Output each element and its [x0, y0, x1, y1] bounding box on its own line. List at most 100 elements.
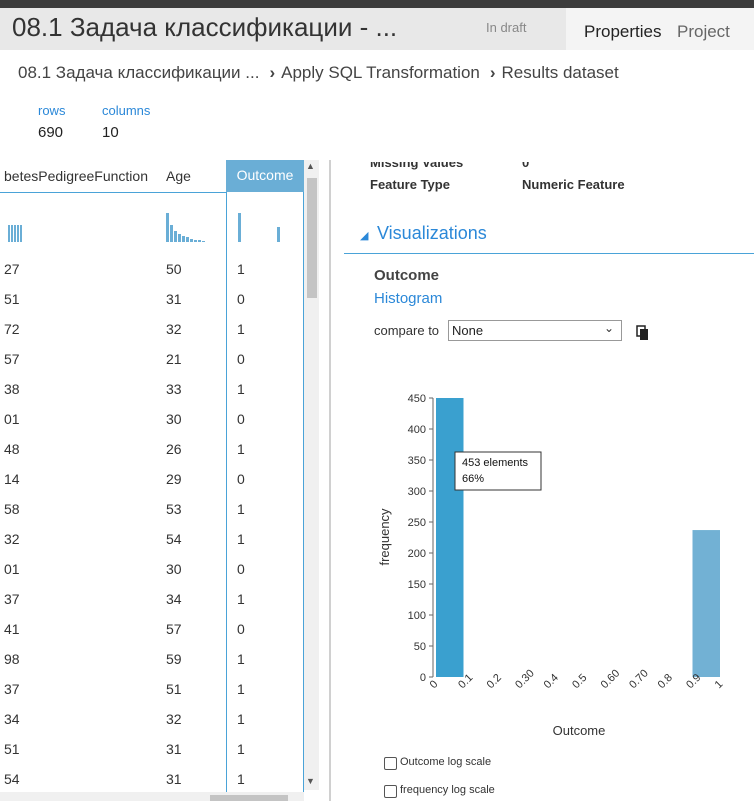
- vertical-scroll-thumb[interactable]: [307, 178, 317, 298]
- table-cell: 51: [4, 291, 20, 307]
- selected-column-outline: [226, 192, 304, 801]
- table-cell: 1: [237, 771, 245, 787]
- column-header-pedigree[interactable]: betesPedigreeFunction: [4, 168, 148, 184]
- table-cell: 32: [166, 321, 182, 337]
- columns-value: 10: [102, 124, 119, 141]
- table-cell: 0: [237, 351, 245, 367]
- breadcrumb-item-dataset: Results dataset: [501, 63, 619, 82]
- table-cell: 1: [237, 591, 245, 607]
- table-cell: 38: [4, 381, 20, 397]
- table-cell: 48: [4, 441, 20, 457]
- header-divider: [0, 192, 226, 193]
- scroll-down-icon[interactable]: ▼: [306, 776, 315, 786]
- mini-bar: [277, 227, 280, 242]
- y-tick-label: 450: [408, 393, 426, 405]
- compare-to-label: compare to: [374, 323, 440, 338]
- column-header-age[interactable]: Age: [166, 168, 191, 184]
- table-cell: 0: [237, 411, 245, 427]
- outcome-log-scale-label[interactable]: Outcome log scale: [400, 756, 491, 768]
- table-cell: 98: [4, 651, 20, 667]
- rows-label: rows: [38, 103, 66, 118]
- feature-name: Outcome: [374, 267, 440, 284]
- table-cell: 01: [4, 411, 20, 427]
- x-tick-label: 0.8: [656, 672, 675, 691]
- table-cell: 53: [166, 501, 182, 517]
- column-header-outcome[interactable]: Outcome: [226, 160, 304, 192]
- table-cell: 26: [166, 441, 182, 457]
- draft-status: In draft: [486, 20, 527, 35]
- scroll-up-icon[interactable]: ▲: [306, 161, 315, 171]
- tooltip: 453 elements 66%: [454, 451, 542, 491]
- y-tick-label: 350: [408, 455, 426, 467]
- breadcrumb: 08.1 Задача классификации ... › Apply SQL …: [18, 63, 619, 83]
- outcome-log-scale-checkbox[interactable]: [384, 757, 397, 770]
- panel-divider[interactable]: [329, 160, 331, 801]
- table-cell: 30: [166, 561, 182, 577]
- breadcrumb-item-module[interactable]: Apply SQL Transformation: [281, 63, 480, 82]
- mini-bar: [14, 225, 16, 242]
- table-cell: 54: [166, 531, 182, 547]
- histogram-bar: [436, 398, 464, 677]
- tab-properties[interactable]: Properties: [584, 22, 661, 42]
- triangle-expanded-icon[interactable]: ◢: [360, 229, 368, 242]
- feature-type-label: Feature Type: [370, 177, 450, 192]
- chevron-down-icon[interactable]: ⌄: [604, 321, 614, 335]
- table-cell: 37: [4, 681, 20, 697]
- clip-mask: [331, 150, 754, 162]
- x-axis-label: Outcome: [553, 723, 606, 738]
- table-cell: 31: [166, 741, 182, 757]
- mini-bar: [238, 213, 241, 242]
- copy-icon[interactable]: [636, 325, 650, 341]
- x-tick-label: 0.30: [513, 667, 537, 691]
- x-tick-label: 0.4: [542, 672, 561, 691]
- x-tick-label: 0.2: [485, 672, 504, 691]
- table-cell: 1: [237, 501, 245, 517]
- compare-to-select[interactable]: None: [448, 320, 622, 341]
- tab-project[interactable]: Project: [677, 22, 730, 42]
- breadcrumb-item-experiment[interactable]: 08.1 Задача классификации ...: [18, 63, 259, 82]
- table-cell: 21: [166, 351, 182, 367]
- window-strip: [0, 0, 754, 8]
- tooltip-percent: 66%: [462, 473, 484, 485]
- x-tick-label: 0.5: [570, 672, 589, 691]
- table-cell: 57: [4, 351, 20, 367]
- section-title-visualizations[interactable]: Visualizations: [377, 223, 487, 244]
- mini-bar: [190, 239, 193, 242]
- table-cell: 34: [4, 711, 20, 727]
- mini-bar: [202, 241, 205, 242]
- mini-bar: [194, 240, 197, 242]
- mini-bar: [198, 240, 201, 242]
- table-cell: 58: [4, 501, 20, 517]
- table-cell: 1: [237, 531, 245, 547]
- table-cell: 1: [237, 651, 245, 667]
- columns-label: columns: [102, 103, 151, 118]
- table-cell: 34: [166, 591, 182, 607]
- frequency-log-scale-checkbox[interactable]: [384, 785, 397, 798]
- table-cell: 0: [237, 561, 245, 577]
- mini-bar: [166, 213, 169, 242]
- table-cell: 30: [166, 411, 182, 427]
- table-cell: 32: [166, 711, 182, 727]
- section-divider: [344, 253, 754, 254]
- chevron-right-icon: ›: [269, 63, 276, 82]
- table-cell: 1: [237, 681, 245, 697]
- mini-bar: [174, 231, 177, 242]
- table-cell: 41: [4, 621, 20, 637]
- y-tick-label: 400: [408, 424, 426, 436]
- frequency-log-scale-label[interactable]: frequency log scale: [400, 784, 495, 796]
- x-tick-label: 1: [713, 678, 726, 691]
- table-cell: 31: [166, 771, 182, 787]
- table-cell: 54: [4, 771, 20, 787]
- y-tick-label: 100: [408, 610, 426, 622]
- table-cell: 33: [166, 381, 182, 397]
- horizontal-scroll-thumb[interactable]: [210, 795, 288, 801]
- table-cell: 29: [166, 471, 182, 487]
- table-cell: 57: [166, 621, 182, 637]
- table-cell: 0: [237, 291, 245, 307]
- histogram-link[interactable]: Histogram: [374, 290, 442, 307]
- bars: [436, 398, 720, 677]
- x-tick-label: 0: [428, 678, 441, 691]
- chevron-right-icon: ›: [489, 63, 496, 82]
- table-cell: 1: [237, 741, 245, 757]
- table-cell: 0: [237, 621, 245, 637]
